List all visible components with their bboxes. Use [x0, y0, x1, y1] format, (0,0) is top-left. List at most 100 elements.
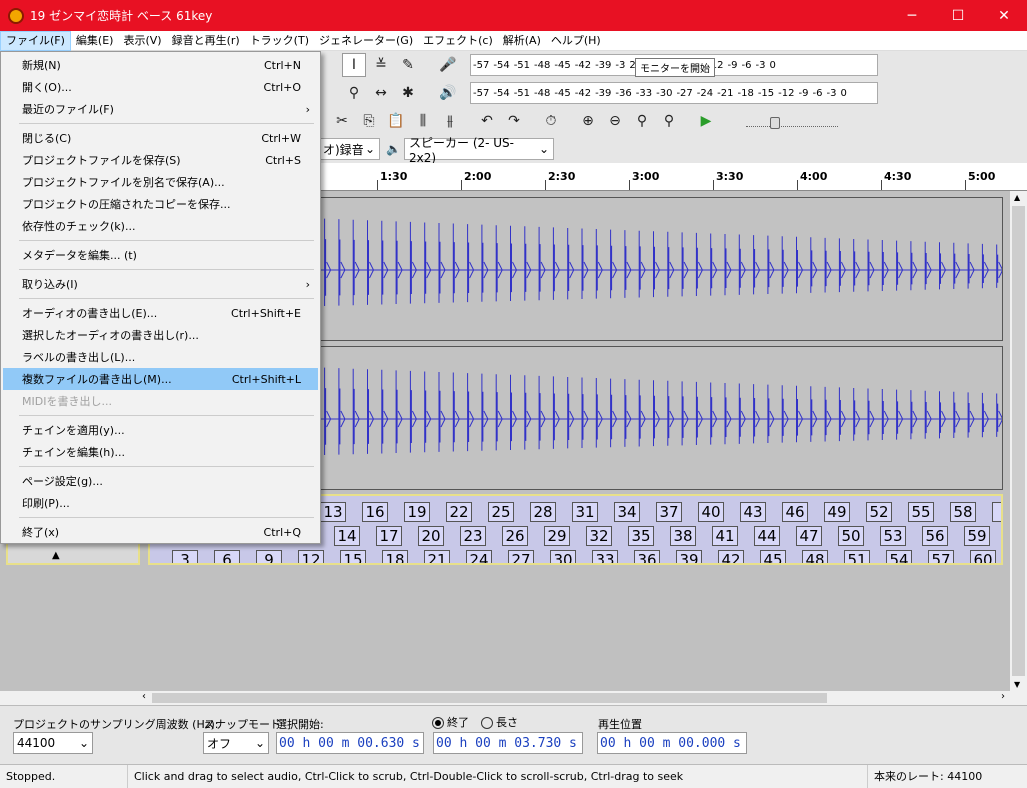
redo-icon[interactable]: ↷: [502, 109, 526, 133]
selection-end-time[interactable]: 00 h 00 m 03.730 s: [433, 732, 583, 754]
track-label[interactable]: 36: [634, 550, 660, 563]
track-label[interactable]: 37: [656, 502, 682, 522]
track-label[interactable]: 13: [320, 502, 346, 522]
track-label[interactable]: 9: [256, 550, 282, 563]
file-menu-item[interactable]: ページ設定(g)...: [3, 470, 318, 492]
zoom-in-icon[interactable]: ⊕: [576, 109, 600, 133]
cut-icon[interactable]: ✂: [330, 109, 354, 133]
track-label[interactable]: 29: [544, 526, 570, 546]
track-label[interactable]: 26: [502, 526, 528, 546]
silence-icon[interactable]: ⫵: [438, 109, 462, 133]
track-label[interactable]: 31: [572, 502, 598, 522]
minimize-button[interactable]: ─: [889, 0, 935, 31]
file-menu-item[interactable]: 新規(N) Ctrl+N: [3, 54, 318, 76]
selection-tool-icon[interactable]: I: [342, 53, 366, 77]
record-meter[interactable]: モニターを開始 -57-54-51-48-45-42-39-324-21-18-…: [470, 54, 878, 77]
selection-start-time[interactable]: 00 h 00 m 00.630 s: [276, 732, 424, 754]
track-label[interactable]: 32: [586, 526, 612, 546]
fit-selection-icon[interactable]: ⚲: [630, 109, 654, 133]
multi-tool-icon[interactable]: ✱: [396, 81, 420, 105]
envelope-tool-icon[interactable]: ≚: [369, 53, 393, 77]
track-label[interactable]: 6: [992, 502, 1001, 522]
track-label[interactable]: 59: [964, 526, 990, 546]
menu-6[interactable]: エフェクト(c): [418, 31, 498, 51]
end-radio-dot[interactable]: [432, 717, 444, 729]
track-label[interactable]: 45: [760, 550, 786, 563]
scroll-left-icon[interactable]: ‹: [142, 691, 146, 702]
playback-meter[interactable]: -57 -54 -51 -48 -45 -42 -39 -36 -33 -30 -27 -24 -21-…: [470, 82, 878, 104]
track-label[interactable]: 58: [950, 502, 976, 522]
file-menu-item[interactable]: 依存性のチェック(k)...: [3, 215, 318, 237]
menu-5[interactable]: ジェネレーター(G): [314, 31, 418, 51]
scroll-up-icon[interactable]: ▲: [1014, 193, 1020, 202]
track-label[interactable]: 15: [340, 550, 366, 563]
track-label[interactable]: 30: [550, 550, 576, 563]
file-menu-item[interactable]: プロジェクトファイルを保存(S) Ctrl+S: [3, 149, 318, 171]
track-label[interactable]: 42: [718, 550, 744, 563]
file-menu-item[interactable]: 選択したオーディオの書き出し(r)...: [3, 324, 318, 346]
track-label[interactable]: 47: [796, 526, 822, 546]
file-menu-item[interactable]: 開く(O)... Ctrl+O: [3, 76, 318, 98]
file-menu-item[interactable]: オーディオの書き出し(E)... Ctrl+Shift+E: [3, 302, 318, 324]
file-menu-item[interactable]: 最近のファイル(F) ›: [3, 98, 318, 120]
track-label[interactable]: 56: [922, 526, 948, 546]
track-label[interactable]: 53: [880, 526, 906, 546]
play-position-time[interactable]: 00 h 00 m 00.000 s: [597, 732, 747, 754]
menu-1[interactable]: 編集(E): [71, 31, 119, 51]
file-menu-item[interactable]: 取り込み(I) ›: [3, 273, 318, 295]
track-label[interactable]: 57: [928, 550, 954, 563]
length-radio[interactable]: 長さ: [481, 714, 518, 730]
menu-7[interactable]: 解析(A): [498, 31, 546, 51]
track-label[interactable]: 3: [172, 550, 198, 563]
track-label[interactable]: 51: [844, 550, 870, 563]
microphone-icon[interactable]: 🎤: [436, 53, 460, 77]
undo-icon[interactable]: ↶: [475, 109, 499, 133]
track-label[interactable]: 50: [838, 526, 864, 546]
play-speed-thumb[interactable]: [770, 117, 780, 129]
track-label[interactable]: 27: [508, 550, 534, 563]
track-label[interactable]: 60: [970, 550, 996, 563]
file-menu-item[interactable]: 終了(x) Ctrl+Q: [3, 521, 318, 543]
track-label[interactable]: 34: [614, 502, 640, 522]
menu-4[interactable]: トラック(T): [245, 31, 314, 51]
paste-icon[interactable]: 📋: [384, 109, 408, 133]
menu-0[interactable]: ファイル(F): [0, 30, 71, 51]
fit-project-icon[interactable]: ⚲: [657, 109, 681, 133]
copy-icon[interactable]: ⎘: [357, 109, 381, 133]
file-menu-item[interactable]: 印刷(P)...: [3, 492, 318, 514]
track-label[interactable]: 17: [376, 526, 402, 546]
play-speed-slider[interactable]: [746, 117, 838, 129]
track-label[interactable]: 18: [382, 550, 408, 563]
track-label[interactable]: 46: [782, 502, 808, 522]
track-label[interactable]: 35: [628, 526, 654, 546]
file-menu-item[interactable]: 複数ファイルの書き出し(M)... Ctrl+Shift+L: [3, 368, 318, 390]
vertical-scrollbar[interactable]: ▲ ▼: [1010, 191, 1027, 691]
track-label[interactable]: 33: [592, 550, 618, 563]
track-label[interactable]: 23: [460, 526, 486, 546]
zoom-out-icon[interactable]: ⊖: [603, 109, 627, 133]
length-radio-dot[interactable]: [481, 717, 493, 729]
playback-device-select[interactable]: スピーカー (2- US-2x2) ⌄: [404, 136, 554, 165]
maximize-button[interactable]: ☐: [935, 0, 981, 31]
menu-8[interactable]: ヘルプ(H): [546, 31, 606, 51]
track-label[interactable]: 19: [404, 502, 430, 522]
speaker-meter-icon[interactable]: 🔊: [436, 81, 460, 105]
horizontal-scroll-thumb[interactable]: [152, 693, 827, 703]
track-label[interactable]: 54: [886, 550, 912, 563]
track-label[interactable]: 44: [754, 526, 780, 546]
track-label[interactable]: 24: [466, 550, 492, 563]
file-menu-item[interactable]: メタデータを編集... (t): [3, 244, 318, 266]
track-label[interactable]: 20: [418, 526, 444, 546]
menu-3[interactable]: 録音と再生(r): [167, 31, 245, 51]
track-label[interactable]: 12: [298, 550, 324, 563]
track-label[interactable]: 28: [530, 502, 556, 522]
vertical-scroll-thumb[interactable]: [1012, 206, 1025, 676]
scroll-right-icon[interactable]: ›: [1001, 691, 1005, 702]
snap-mode-select[interactable]: オフ ⌄: [203, 732, 269, 754]
track-label[interactable]: 38: [670, 526, 696, 546]
file-menu-item[interactable]: プロジェクトの圧縮されたコピーを保存...: [3, 193, 318, 215]
collapse-arrow-icon[interactable]: ▲: [52, 550, 60, 561]
file-menu-item[interactable]: ラベルの書き出し(L)...: [3, 346, 318, 368]
zoom-tool-icon[interactable]: ⚲: [342, 81, 366, 105]
sync-lock-icon[interactable]: ⏱: [539, 109, 563, 133]
